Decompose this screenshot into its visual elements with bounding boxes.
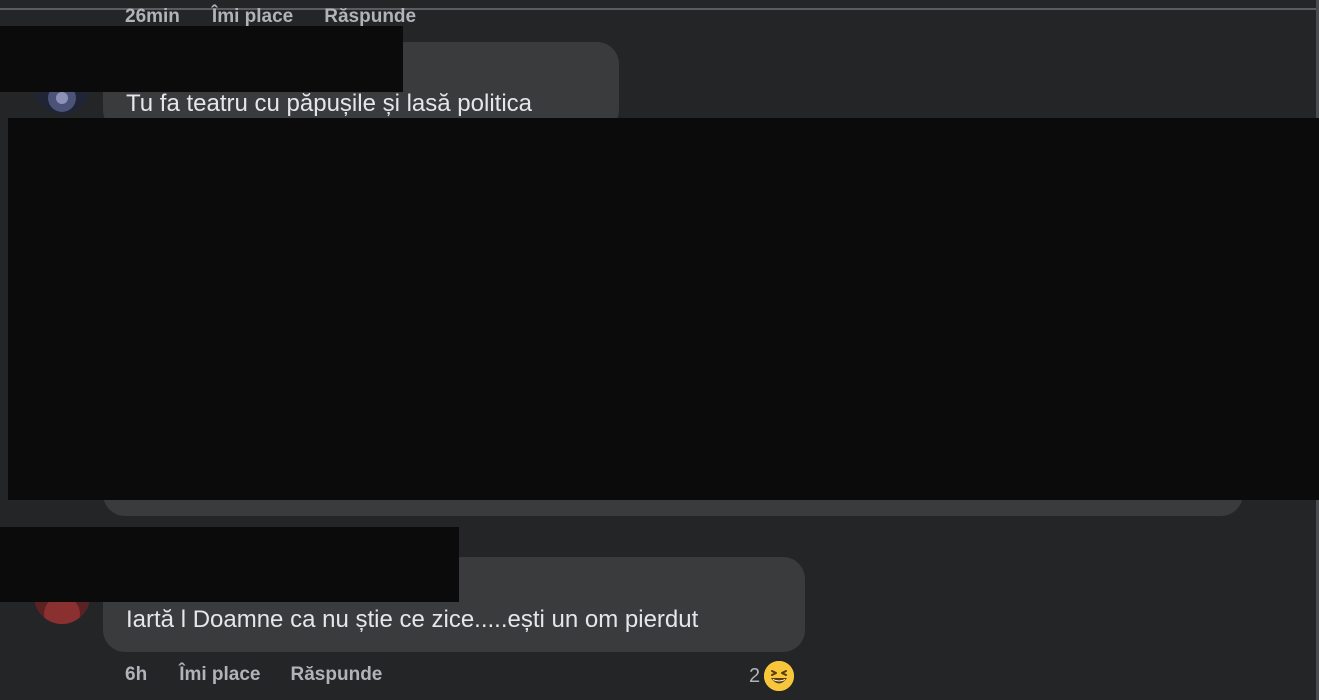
comment-actions-3: 6h Îmi place Răspunde [125,664,382,686]
comment-text: Iartă l Doamne ca nu știe ce zice.....eș… [126,606,699,633]
comment-time[interactable]: 6h [125,664,147,686]
laughing-emoji-icon [762,659,797,693]
reply-button[interactable]: Răspunde [324,6,416,28]
reply-button[interactable]: Răspunde [291,664,383,686]
redacted-author-name [0,527,459,602]
reaction-summary[interactable]: 2 [749,659,797,693]
like-button[interactable]: Îmi place [212,6,293,28]
redacted-content [8,118,1319,500]
reaction-count: 2 [749,664,761,687]
like-button[interactable]: Îmi place [179,664,260,686]
comment-text: Tu fa teatru cu păpușile și lasă politic… [126,90,532,117]
comment-time[interactable]: 26min [125,6,180,28]
comment-actions-1: 26min Îmi place Răspunde [125,6,416,28]
redacted-author-name [0,26,403,92]
